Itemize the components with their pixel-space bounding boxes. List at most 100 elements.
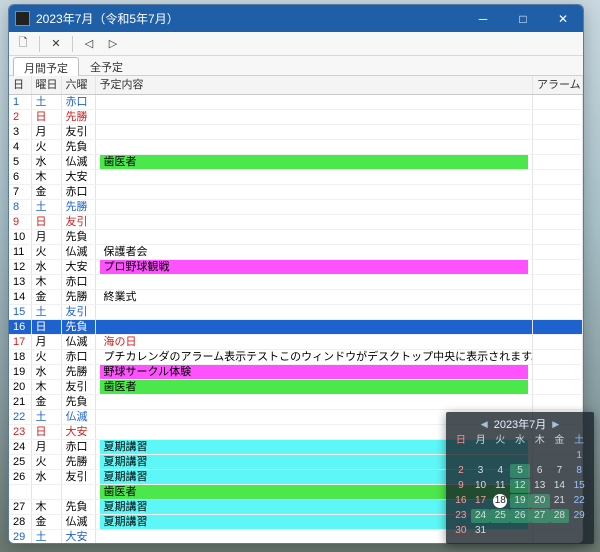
- cell-yobi[interactable]: 日: [31, 215, 61, 230]
- table-row[interactable]: 10月先負: [9, 230, 583, 245]
- col-roku[interactable]: 六曜: [61, 76, 95, 95]
- cell-yobi[interactable]: 土: [31, 530, 61, 544]
- mini-day[interactable]: 16: [451, 494, 471, 508]
- cell-detail[interactable]: 歯医者: [95, 155, 533, 170]
- table-row[interactable]: 15土友引: [9, 305, 583, 320]
- cell-day[interactable]: 21: [9, 395, 31, 410]
- delete-button[interactable]: ✕: [46, 34, 66, 54]
- cell-rokuyo[interactable]: 先勝: [61, 110, 95, 125]
- cell-day[interactable]: 5: [9, 155, 31, 170]
- cell-detail[interactable]: 歯医者: [95, 380, 533, 395]
- mini-next-icon[interactable]: ▶: [552, 419, 559, 430]
- mini-day[interactable]: 6: [530, 464, 550, 478]
- mini-day[interactable]: [490, 524, 510, 538]
- cell-day[interactable]: 2: [9, 110, 31, 125]
- cell-detail[interactable]: [95, 140, 533, 155]
- cell-alarm[interactable]: [533, 350, 583, 365]
- cell-yobi[interactable]: 土: [31, 95, 61, 110]
- cell-detail[interactable]: [95, 110, 533, 125]
- mini-day[interactable]: 19: [510, 494, 530, 508]
- mini-day[interactable]: 25: [490, 509, 510, 523]
- cell-rokuyo[interactable]: 友引: [61, 215, 95, 230]
- mini-day[interactable]: 3: [471, 464, 491, 478]
- cell-detail[interactable]: [95, 170, 533, 185]
- cell-alarm[interactable]: [533, 380, 583, 395]
- cell-yobi[interactable]: 月: [31, 440, 61, 455]
- new-button[interactable]: 🗋: [13, 34, 33, 54]
- cell-detail[interactable]: プチカレンダのアラーム表示テストこのウィンドウがデスクトップ中央に表示されます。…: [95, 350, 533, 365]
- table-row[interactable]: 7金赤口: [9, 185, 583, 200]
- cell-yobi[interactable]: 木: [31, 500, 61, 515]
- cell-day[interactable]: 15: [9, 305, 31, 320]
- cell-rokuyo[interactable]: 先負: [61, 500, 95, 515]
- cell-rokuyo[interactable]: 先勝: [61, 200, 95, 215]
- mini-day[interactable]: [530, 449, 550, 463]
- cell-day[interactable]: 6: [9, 170, 31, 185]
- cell-yobi[interactable]: 火: [31, 245, 61, 260]
- table-row[interactable]: 18火赤口プチカレンダのアラーム表示テストこのウィンドウがデスクトップ中央に表示…: [9, 350, 583, 365]
- cell-detail[interactable]: 終業式: [95, 290, 533, 305]
- cell-yobi[interactable]: 金: [31, 290, 61, 305]
- cell-rokuyo[interactable]: 先勝: [61, 365, 95, 380]
- mini-day[interactable]: 26: [510, 509, 530, 523]
- cell-yobi[interactable]: 金: [31, 185, 61, 200]
- table-row[interactable]: 17月仏滅海の日: [9, 335, 583, 350]
- mini-day[interactable]: 12: [510, 479, 530, 493]
- cell-rokuyo[interactable]: 先負: [61, 395, 95, 410]
- cell-yobi[interactable]: 日: [31, 320, 61, 335]
- mini-day[interactable]: 27: [530, 509, 550, 523]
- cell-rokuyo[interactable]: 友引: [61, 305, 95, 320]
- mini-day[interactable]: [569, 524, 589, 538]
- mini-day[interactable]: 29: [569, 509, 589, 523]
- cell-yobi[interactable]: [31, 485, 61, 500]
- col-yobi[interactable]: 曜日: [31, 76, 61, 95]
- cell-alarm[interactable]: [533, 395, 583, 410]
- cell-alarm[interactable]: [533, 125, 583, 140]
- cell-alarm[interactable]: [533, 305, 583, 320]
- cell-day[interactable]: 10: [9, 230, 31, 245]
- cell-alarm[interactable]: [533, 155, 583, 170]
- cell-detail[interactable]: 保護者会: [95, 245, 533, 260]
- table-row[interactable]: 12水大安プロ野球観戦: [9, 260, 583, 275]
- mini-day[interactable]: [510, 524, 530, 538]
- table-row[interactable]: 8土先勝: [9, 200, 583, 215]
- cell-yobi[interactable]: 火: [31, 455, 61, 470]
- mini-day[interactable]: [550, 449, 570, 463]
- cell-detail[interactable]: [95, 95, 533, 110]
- tab-all[interactable]: 全予定: [79, 56, 134, 75]
- cell-day[interactable]: 14: [9, 290, 31, 305]
- mini-day[interactable]: [510, 449, 530, 463]
- mini-day[interactable]: 2: [451, 464, 471, 478]
- close-button[interactable]: ✕: [543, 5, 583, 32]
- cell-alarm[interactable]: [533, 95, 583, 110]
- mini-day[interactable]: 11: [490, 479, 510, 493]
- table-row[interactable]: 19水先勝野球サークル体験: [9, 365, 583, 380]
- cell-yobi[interactable]: 月: [31, 230, 61, 245]
- table-row[interactable]: 14金先勝終業式: [9, 290, 583, 305]
- cell-day[interactable]: 28: [9, 515, 31, 530]
- cell-alarm[interactable]: [533, 140, 583, 155]
- cell-yobi[interactable]: 水: [31, 155, 61, 170]
- table-row[interactable]: 5水仏滅歯医者: [9, 155, 583, 170]
- prev-button[interactable]: ◁: [79, 34, 99, 54]
- mini-day[interactable]: 22: [569, 494, 589, 508]
- cell-yobi[interactable]: 金: [31, 515, 61, 530]
- table-row[interactable]: 9日友引: [9, 215, 583, 230]
- mini-day[interactable]: 5: [510, 464, 530, 478]
- maximize-button[interactable]: □: [503, 5, 543, 32]
- col-day[interactable]: 日: [9, 76, 31, 95]
- event-item[interactable]: プチカレンダのアラーム表示テストこのウィンドウがデスクトップ中央に表示されます。…: [100, 350, 529, 364]
- cell-detail[interactable]: [95, 200, 533, 215]
- cell-day[interactable]: 22: [9, 410, 31, 425]
- mini-day[interactable]: 15: [569, 479, 589, 493]
- cell-yobi[interactable]: 月: [31, 125, 61, 140]
- cell-rokuyo[interactable]: 先負: [61, 230, 95, 245]
- cell-detail[interactable]: [95, 305, 533, 320]
- cell-day[interactable]: 26: [9, 470, 31, 485]
- cell-day[interactable]: 27: [9, 500, 31, 515]
- mini-day[interactable]: 10: [471, 479, 491, 493]
- event-item[interactable]: 海の日: [100, 335, 529, 349]
- event-item[interactable]: 終業式: [100, 290, 529, 304]
- cell-yobi[interactable]: 月: [31, 335, 61, 350]
- cell-rokuyo[interactable]: 大安: [61, 170, 95, 185]
